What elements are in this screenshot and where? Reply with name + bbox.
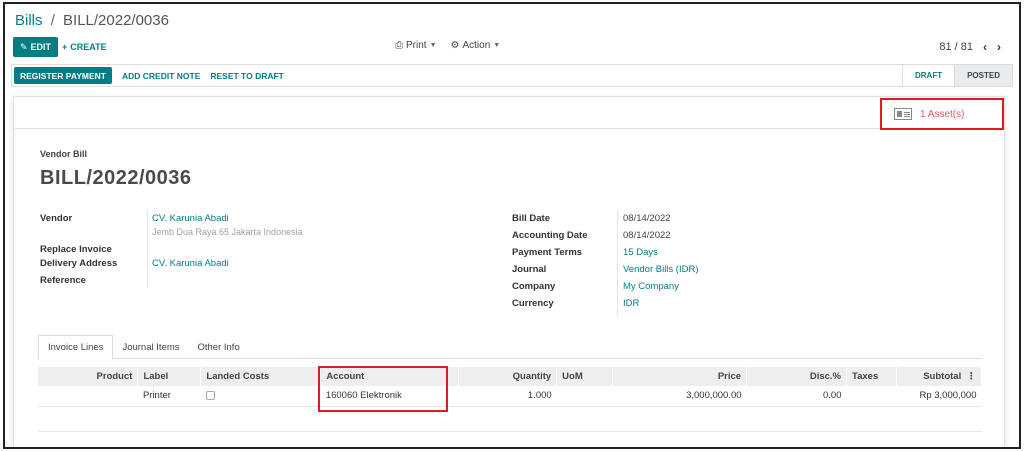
state-indicator: DRAFT POSTED: [901, 65, 1012, 86]
state-posted: POSTED: [954, 65, 1012, 86]
reset-to-draft-button[interactable]: RESET TO DRAFT: [210, 71, 284, 81]
field-divider: [147, 211, 148, 287]
pager: 81 / 81 ‹ ›: [939, 40, 1001, 54]
cell-uom[interactable]: [556, 386, 613, 407]
bill-date-value: 08/14/2022: [623, 213, 671, 224]
cell-taxes[interactable]: [846, 386, 897, 407]
table-header-row: Product Label Landed Costs Account Quant…: [38, 367, 983, 386]
pencil-icon: ✎: [20, 41, 28, 52]
register-payment-button[interactable]: REGISTER PAYMENT: [14, 67, 112, 84]
action-label: Action: [462, 40, 491, 51]
column-header-landed-costs[interactable]: Landed Costs: [200, 367, 322, 386]
journal-label: Journal: [512, 264, 547, 275]
vendor-label: Vendor: [40, 213, 73, 224]
create-button-label: CREATE: [70, 42, 107, 52]
accounting-date-label: Accounting Date: [512, 230, 588, 241]
currency-value[interactable]: IDR: [623, 298, 639, 309]
document-type: Vendor Bill: [40, 149, 88, 159]
pager-value[interactable]: 81 / 81: [939, 41, 973, 53]
add-credit-note-button[interactable]: ADD CREDIT NOTE: [122, 71, 200, 81]
accounting-date-value: 08/14/2022: [623, 230, 671, 241]
landed-costs-checkbox[interactable]: [205, 391, 215, 401]
print-dropdown[interactable]: ⎙ Print ▼: [395, 40, 437, 51]
gear-icon: ⚙: [450, 40, 460, 51]
edit-button[interactable]: ✎ EDIT: [13, 37, 59, 57]
app-window: Bills / BILL/2022/0036 ✎ EDIT + CREATE ⎙…: [3, 2, 1021, 449]
assets-count-label: 1 Asset(s): [920, 108, 965, 120]
field-divider: [617, 211, 618, 317]
company-label: Company: [512, 281, 556, 292]
table-footer-divider: [38, 431, 982, 432]
printer-icon: ⎙: [395, 40, 403, 51]
bill-date-label: Bill Date: [512, 213, 551, 224]
subtotal-header-label: Subtotal: [923, 371, 962, 382]
tab-other-info[interactable]: Other Info: [188, 335, 248, 359]
delivery-address-value[interactable]: CV. Karunia Abadi: [152, 258, 229, 269]
reference-label: Reference: [40, 275, 86, 286]
tab-journal-items[interactable]: Journal Items: [113, 335, 188, 359]
column-header-discount[interactable]: Disc.%: [746, 367, 847, 386]
breadcrumb-separator: /: [50, 12, 55, 29]
caret-down-icon: ▼: [429, 42, 437, 49]
breadcrumb-current: BILL/2022/0036: [63, 12, 169, 29]
column-header-quantity[interactable]: Quantity: [458, 367, 558, 386]
assets-smart-button[interactable]: 1 Asset(s): [880, 98, 1004, 130]
edit-button-label: EDIT: [30, 42, 52, 52]
column-header-product[interactable]: Product: [38, 367, 139, 386]
tab-invoice-lines[interactable]: Invoice Lines: [38, 335, 114, 360]
cell-quantity[interactable]: 1.000: [458, 386, 557, 407]
status-bar: REGISTER PAYMENT ADD CREDIT NOTE RESET T…: [11, 64, 1013, 87]
notebook-tabs: Invoice Lines Journal Items Other Info: [38, 335, 982, 360]
cell-subtotal: Rp 3,000,000: [896, 386, 982, 407]
cell-discount[interactable]: 0.00: [746, 386, 847, 407]
action-menus: ⎙ Print ▼ ⚙ Action ▼: [395, 40, 500, 51]
journal-value[interactable]: Vendor Bills (IDR): [623, 264, 699, 275]
invoice-lines-table: Product Label Landed Costs Account Quant…: [38, 367, 983, 407]
replace-invoice-label: Replace Invoice: [40, 244, 112, 255]
caret-down-icon: ▼: [493, 42, 501, 49]
print-label: Print: [406, 40, 427, 51]
column-header-subtotal[interactable]: Subtotal ⋮: [896, 367, 983, 386]
payment-terms-value[interactable]: 15 Days: [623, 247, 658, 258]
asset-icon: [894, 108, 912, 120]
cell-price[interactable]: 3,000,000.00: [612, 386, 747, 407]
column-header-price[interactable]: Price: [612, 367, 748, 386]
column-header-label[interactable]: Label: [137, 367, 202, 386]
create-button[interactable]: + CREATE: [62, 37, 107, 57]
cell-product[interactable]: [38, 386, 138, 407]
account-highlight-box: [318, 366, 448, 412]
breadcrumb-bills-link[interactable]: Bills: [15, 12, 43, 29]
vendor-address: Jemb Dua Raya 65 Jakarta Indonesia: [152, 227, 303, 237]
column-header-taxes[interactable]: Taxes: [846, 367, 897, 386]
vendor-value[interactable]: CV. Karunia Abadi: [152, 213, 229, 224]
state-draft[interactable]: DRAFT: [901, 65, 954, 86]
cell-label[interactable]: Printer: [137, 386, 201, 407]
delivery-address-label: Delivery Address: [40, 258, 118, 269]
action-dropdown[interactable]: ⚙ Action ▼: [451, 40, 501, 51]
smart-button-box: 1 Asset(s): [14, 97, 1004, 130]
chevron-right-icon[interactable]: ›: [997, 40, 1001, 54]
column-header-uom[interactable]: UoM: [556, 367, 614, 386]
chevron-left-icon[interactable]: ‹: [983, 40, 987, 54]
table-row[interactable]: Printer 160060 Elektronik 1.000 3,000,00…: [38, 386, 982, 407]
company-value[interactable]: My Company: [623, 281, 679, 292]
breadcrumb: Bills / BILL/2022/0036: [15, 12, 169, 29]
column-options-icon[interactable]: ⋮: [964, 371, 976, 382]
payment-terms-label: Payment Terms: [512, 247, 583, 258]
form-sheet: 1 Asset(s) Vendor Bill BILL/2022/0036 Ve…: [13, 96, 1005, 447]
plus-icon: +: [62, 42, 68, 52]
currency-label: Currency: [512, 298, 554, 309]
cell-landed-costs[interactable]: [200, 386, 321, 407]
page-title: BILL/2022/0036: [40, 167, 192, 189]
